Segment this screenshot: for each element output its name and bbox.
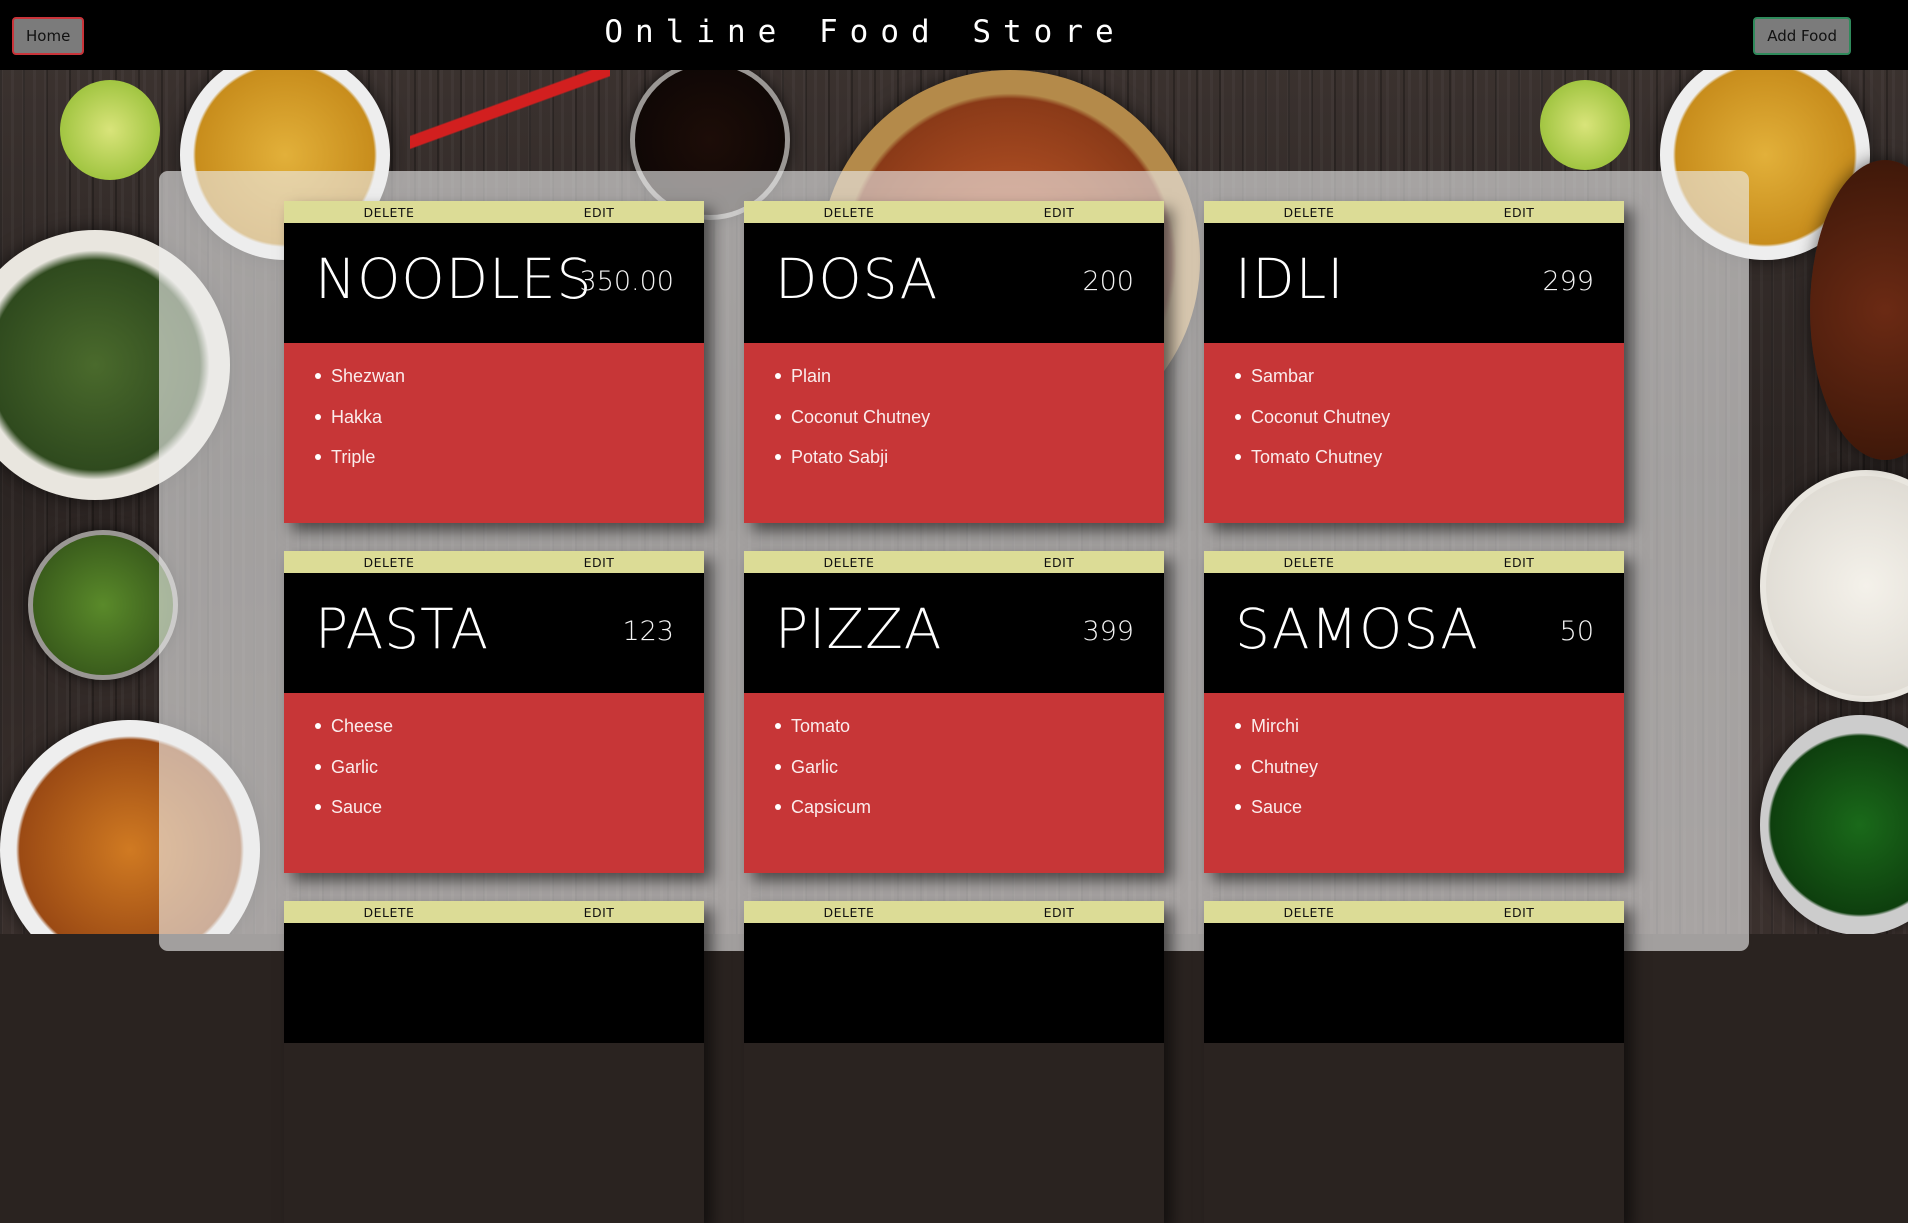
card-body: Sambar Coconut Chutney Tomato Chutney xyxy=(1204,343,1624,523)
ingredient-item: Plain xyxy=(775,365,1164,387)
edit-button[interactable]: EDIT xyxy=(954,551,1164,573)
card-actions: DELETE EDIT xyxy=(284,201,704,223)
ingredient-list: Cheese Garlic Sauce xyxy=(284,693,704,818)
ingredient-item: Garlic xyxy=(315,756,704,778)
ingredient-item: Hakka xyxy=(315,406,704,428)
food-card: DELETE EDIT IDLI 299 Sambar Coconut Chutney To… xyxy=(1204,201,1624,523)
card-body: Tomato Garlic Capsicum xyxy=(744,693,1164,873)
edit-button[interactable]: EDIT xyxy=(494,201,704,223)
card-header: DOSA 200 xyxy=(744,223,1164,343)
card-body: Mirchi Chutney Sauce xyxy=(1204,693,1624,873)
card-header xyxy=(744,923,1164,1043)
delete-button[interactable]: DELETE xyxy=(284,551,494,573)
ingredient-list: Mirchi Chutney Sauce xyxy=(1204,693,1624,818)
card-actions: DELETE EDIT xyxy=(1204,551,1624,573)
food-price: 200 xyxy=(1082,266,1134,297)
food-card: DELETE EDIT xyxy=(1204,901,1624,1223)
ingredient-list: Shezwan Hakka Triple xyxy=(284,343,704,468)
delete-button[interactable]: DELETE xyxy=(744,551,954,573)
food-card: DELETE EDIT DOSA 200 Plain Coconut Chutney Pot… xyxy=(744,201,1164,523)
food-name: PIZZA xyxy=(775,597,943,661)
edit-button[interactable]: EDIT xyxy=(1414,551,1624,573)
card-header xyxy=(284,923,704,1043)
card-body: Plain Coconut Chutney Potato Sabji xyxy=(744,343,1164,523)
food-card: DELETE EDIT SAMOSA 50 Mirchi Chutney Sauce xyxy=(1204,551,1624,873)
card-actions: DELETE EDIT xyxy=(744,901,1164,923)
food-price: 50 xyxy=(1559,616,1594,647)
ingredient-item: Coconut Chutney xyxy=(775,406,1164,428)
food-card: DELETE EDIT xyxy=(744,901,1164,1223)
ingredient-list: Tomato Garlic Capsicum xyxy=(744,693,1164,818)
ingredient-list: Sambar Coconut Chutney Tomato Chutney xyxy=(1204,343,1624,468)
edit-button[interactable]: EDIT xyxy=(1414,201,1624,223)
delete-button[interactable]: DELETE xyxy=(1204,201,1414,223)
food-card: DELETE EDIT xyxy=(284,901,704,1223)
delete-button[interactable]: DELETE xyxy=(744,901,954,923)
food-name: IDLI xyxy=(1235,247,1345,311)
ingredient-item: Tomato Chutney xyxy=(1235,446,1624,468)
delete-button[interactable]: DELETE xyxy=(284,201,494,223)
delete-button[interactable]: DELETE xyxy=(744,201,954,223)
food-price: 399 xyxy=(1082,616,1134,647)
card-actions: DELETE EDIT xyxy=(744,551,1164,573)
ingredient-item: Capsicum xyxy=(775,796,1164,818)
card-header: PIZZA 399 xyxy=(744,573,1164,693)
edit-button[interactable]: EDIT xyxy=(494,901,704,923)
card-actions: DELETE EDIT xyxy=(284,551,704,573)
edit-button[interactable]: EDIT xyxy=(494,551,704,573)
ingredient-item: Sauce xyxy=(1235,796,1624,818)
edit-button[interactable]: EDIT xyxy=(954,901,1164,923)
food-card: DELETE EDIT PIZZA 399 Tomato Garlic Capsicum xyxy=(744,551,1164,873)
card-header xyxy=(1204,923,1624,1043)
ingredient-list: Plain Coconut Chutney Potato Sabji xyxy=(744,343,1164,468)
delete-button[interactable]: DELETE xyxy=(1204,901,1414,923)
ingredient-item: Coconut Chutney xyxy=(1235,406,1624,428)
card-actions: DELETE EDIT xyxy=(1204,201,1624,223)
card-body: Shezwan Hakka Triple xyxy=(284,343,704,523)
food-name: PASTA xyxy=(315,597,490,661)
ingredient-item: Triple xyxy=(315,446,704,468)
ingredient-item: Chutney xyxy=(1235,756,1624,778)
ingredient-item: Garlic xyxy=(775,756,1164,778)
ingredient-item: Shezwan xyxy=(315,365,704,387)
delete-button[interactable]: DELETE xyxy=(1204,551,1414,573)
card-body: Cheese Garlic Sauce xyxy=(284,693,704,873)
add-food-button[interactable]: Add Food xyxy=(1753,17,1851,55)
food-name: SAMOSA xyxy=(1235,597,1479,661)
card-header: IDLI 299 xyxy=(1204,223,1624,343)
food-price: 123 xyxy=(622,616,674,647)
card-actions: DELETE EDIT xyxy=(284,901,704,923)
food-card: DELETE EDIT PASTA 123 Cheese Garlic Sauce xyxy=(284,551,704,873)
page-title: Online Food Store xyxy=(604,14,1126,50)
ingredient-item: Sauce xyxy=(315,796,704,818)
food-name: DOSA xyxy=(775,247,939,311)
edit-button[interactable]: EDIT xyxy=(1414,901,1624,923)
food-card: DELETE EDIT NOODLES 350.00 Shezwan Hakka Tripl… xyxy=(284,201,704,523)
ingredient-item: Tomato xyxy=(775,715,1164,737)
card-header: SAMOSA 50 xyxy=(1204,573,1624,693)
food-price: 299 xyxy=(1542,266,1594,297)
card-actions: DELETE EDIT xyxy=(1204,901,1624,923)
food-price: 350.00 xyxy=(579,266,674,297)
card-header: PASTA 123 xyxy=(284,573,704,693)
ingredient-item: Mirchi xyxy=(1235,715,1624,737)
card-header: NOODLES 350.00 xyxy=(284,223,704,343)
edit-button[interactable]: EDIT xyxy=(954,201,1164,223)
ingredient-item: Sambar xyxy=(1235,365,1624,387)
ingredient-item: Cheese xyxy=(315,715,704,737)
top-navbar: Home Online Food Store Add Food xyxy=(0,0,1908,70)
ingredient-item: Potato Sabji xyxy=(775,446,1164,468)
food-name: NOODLES xyxy=(315,247,593,311)
delete-button[interactable]: DELETE xyxy=(284,901,494,923)
card-actions: DELETE EDIT xyxy=(744,201,1164,223)
